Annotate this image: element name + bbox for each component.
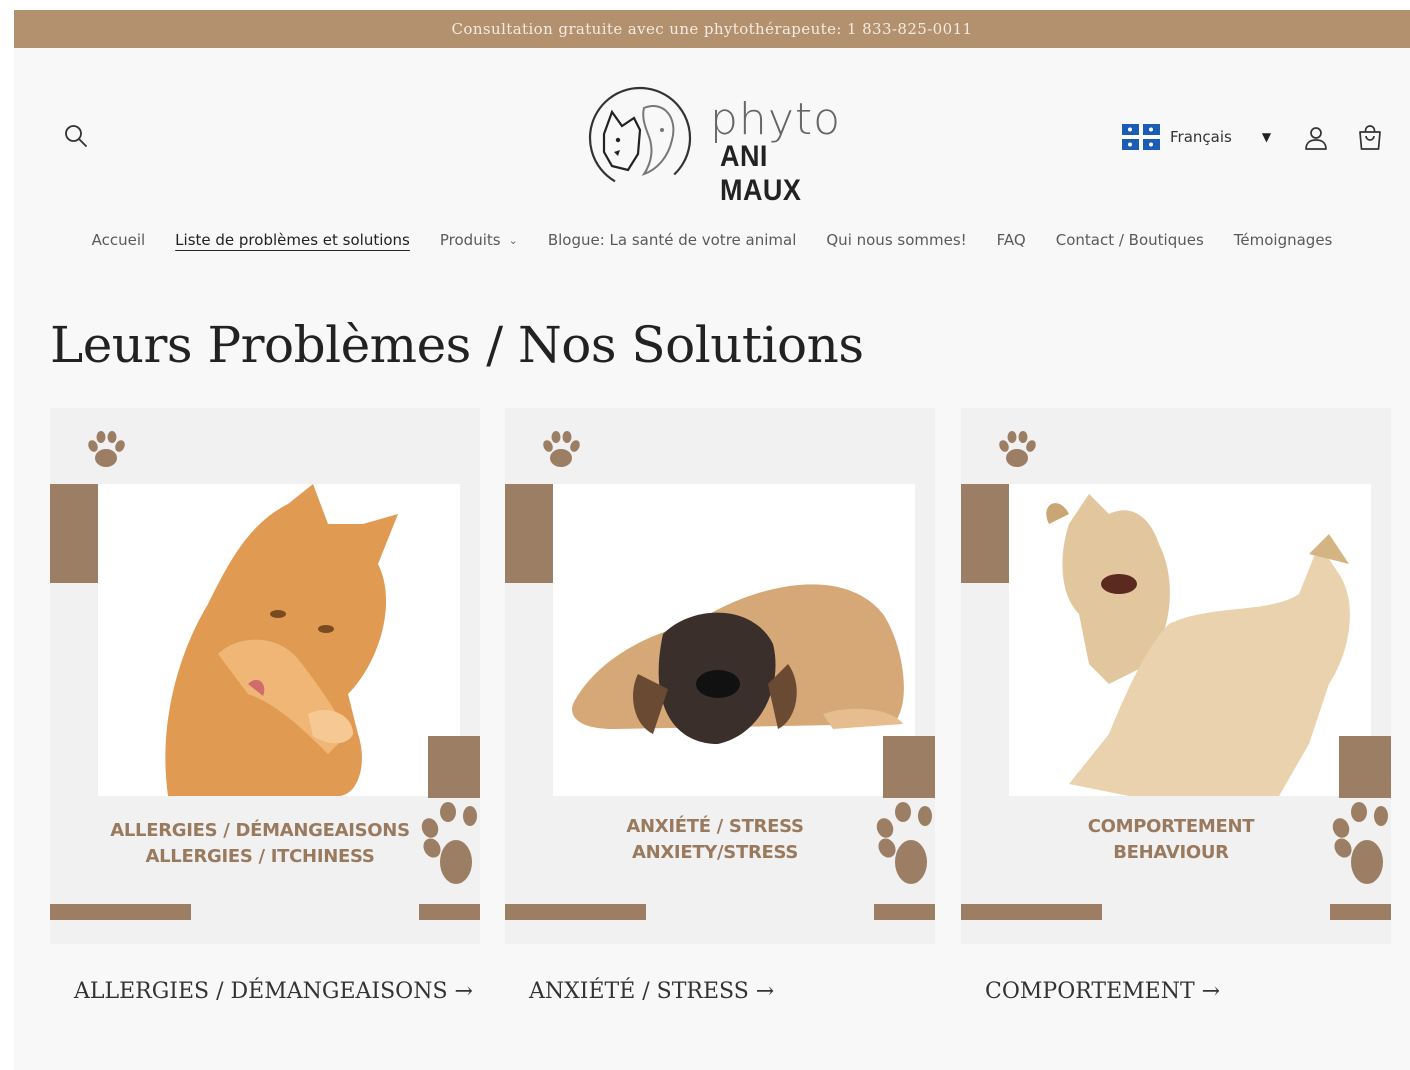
logo-text-phyto: phyto: [710, 94, 842, 145]
language-selector[interactable]: Français ▼: [1122, 122, 1271, 152]
language-label: Français: [1170, 128, 1232, 146]
cart-button[interactable]: [1352, 120, 1388, 156]
paw-icon: [543, 431, 580, 467]
nav-item-faq[interactable]: FAQ: [982, 226, 1041, 254]
cart-icon: [1359, 125, 1381, 150]
photo-mastiff-puppy: [553, 484, 915, 796]
quebec-flag-icon: [1122, 124, 1160, 150]
card-link[interactable]: ALLERGIES / DÉMANGEAISONS →: [74, 976, 474, 1008]
account-icon: [1305, 127, 1327, 150]
nav-item-contact[interactable]: Contact / Boutiques: [1041, 226, 1219, 254]
paw-icon: [999, 431, 1036, 467]
caption-line-fr: COMPORTEMENT: [1087, 816, 1255, 837]
decor-square: [1339, 736, 1391, 798]
caption-line-en: BEHAVIOUR: [1113, 842, 1229, 863]
decor-bar: [419, 904, 480, 920]
chevron-down-icon: ⌄: [508, 233, 518, 247]
site-logo[interactable]: phyto ANI MAUX: [582, 78, 872, 207]
nav-item-temoignages[interactable]: Témoignages: [1219, 226, 1348, 254]
decor-bar: [1330, 904, 1391, 920]
paw-icon: [88, 431, 125, 467]
card-caption: COMPORTEMENT BEHAVIOUR: [1001, 814, 1341, 866]
nav-label: Blogue: La santé de votre animal: [547, 231, 797, 249]
decor-bar: [961, 904, 1102, 920]
account-button[interactable]: [1298, 120, 1334, 156]
nav-item-qui-nous-sommes[interactable]: Qui nous sommes!: [811, 226, 981, 254]
decor-square: [428, 736, 480, 798]
logo-animals-icon: [588, 86, 692, 190]
main-nav: Accueil Liste de problèmes et solutions …: [14, 226, 1410, 254]
nav-item-accueil[interactable]: Accueil: [77, 226, 161, 254]
decor-bar: [50, 904, 191, 920]
page-title: Leurs Problèmes / Nos Solutions: [50, 316, 864, 374]
caret-down-icon: ▼: [1261, 130, 1272, 144]
caption-line-en: ALLERGIES / ITCHINESS: [145, 846, 375, 867]
photo-orange-kitten: [98, 484, 460, 796]
nav-item-blogue[interactable]: Blogue: La santé de votre animal: [533, 226, 812, 254]
caption-line-en: ANXIETY/STRESS: [631, 842, 799, 863]
nav-label: Liste de problèmes et solutions: [175, 231, 410, 249]
nav-label: Contact / Boutiques: [1055, 231, 1204, 249]
nav-label: Accueil: [91, 231, 146, 249]
nav-item-produits[interactable]: Produits ⌄: [425, 226, 533, 254]
nav-label: Qui nous sommes!: [826, 231, 967, 249]
card-link[interactable]: COMPORTEMENT →: [985, 976, 1385, 1008]
card-image: ALLERGIES / DÉMANGEAISONS ALLERGIES / IT…: [50, 408, 480, 944]
page: phyto ANI MAUX Français ▼ Accueil Liste …: [14, 48, 1410, 1070]
decor-bar: [505, 904, 646, 920]
caption-line-fr: ANXIÉTÉ / STRESS: [626, 816, 804, 837]
card-image: COMPORTEMENT BEHAVIOUR: [961, 408, 1391, 944]
card-link[interactable]: ANXIÉTÉ / STRESS →: [529, 976, 929, 1008]
nav-label: FAQ: [996, 231, 1026, 249]
nav-label: Témoignages: [1233, 231, 1333, 249]
photo-labrador-puppies: [1009, 484, 1371, 796]
logo-text-animaux: ANI MAUX: [720, 140, 802, 207]
nav-item-problemes-solutions[interactable]: Liste de problèmes et solutions: [160, 226, 425, 254]
announcement-bar: Consultation gratuite avec une phytothér…: [14, 10, 1410, 48]
card-anxiete[interactable]: ANXIÉTÉ / STRESS ANXIETY/STRESS ANXIÉTÉ …: [505, 408, 935, 1070]
announcement-text: Consultation gratuite avec une phytothér…: [451, 20, 973, 38]
decor-bar: [874, 904, 935, 920]
card-image: ANXIÉTÉ / STRESS ANXIETY/STRESS: [505, 408, 935, 944]
search-icon: [65, 125, 87, 147]
decor-square: [883, 736, 935, 798]
card-caption: ANXIÉTÉ / STRESS ANXIETY/STRESS: [545, 814, 885, 866]
nav-label: Produits: [439, 231, 501, 249]
search-button[interactable]: [60, 120, 92, 152]
card-comportement[interactable]: COMPORTEMENT BEHAVIOUR COMPORTEMENT →: [961, 408, 1391, 1070]
card-allergies[interactable]: ALLERGIES / DÉMANGEAISONS ALLERGIES / IT…: [50, 408, 480, 1070]
caption-line-fr: ALLERGIES / DÉMANGEAISONS: [110, 820, 410, 841]
card-caption: ALLERGIES / DÉMANGEAISONS ALLERGIES / IT…: [90, 818, 430, 870]
